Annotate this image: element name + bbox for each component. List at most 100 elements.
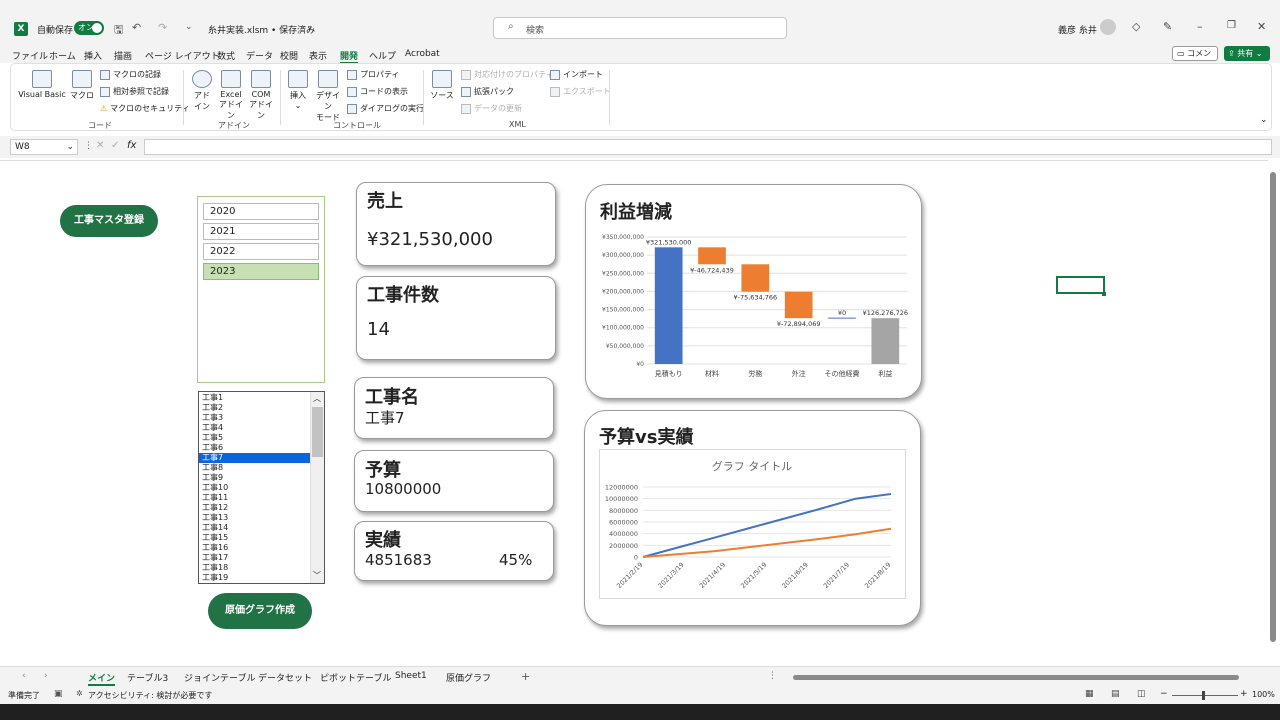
year-item[interactable]: 2020 [203, 203, 319, 220]
function-icon[interactable]: fx [127, 140, 136, 151]
list-item[interactable]: 工事3 [199, 413, 310, 423]
avatar[interactable] [1100, 19, 1116, 35]
addin-button[interactable]: アド イン [191, 70, 213, 112]
page-break-view-icon[interactable]: ◫ [1137, 689, 1146, 699]
formula-input[interactable] [144, 139, 1272, 155]
xml-source-button[interactable]: ソース [430, 70, 454, 101]
scroll-down-icon[interactable]: ﹀ [313, 570, 321, 581]
listbox-scrollbar[interactable]: ︿ ﹀ [310, 392, 324, 583]
close-icon[interactable]: ✕ [1257, 20, 1266, 33]
list-item[interactable]: 工事2 [199, 403, 310, 413]
fill-handle[interactable] [1102, 292, 1106, 296]
accessibility-status[interactable]: アクセシビリティ: 検討が必要です [88, 690, 212, 701]
menu-formulas[interactable]: 数式 [217, 49, 235, 62]
list-item[interactable]: 工事19 [199, 573, 310, 583]
sheet-tab-pivot[interactable]: ピボットテーブル [320, 671, 391, 684]
sheet-tab-dataset[interactable]: データセット [258, 671, 312, 684]
ribbon-collapse-icon[interactable]: ⌄ [1260, 115, 1268, 125]
save-icon[interactable]: 🖫 [114, 21, 123, 40]
next-sheet-icon[interactable]: › [44, 671, 48, 681]
master-register-button[interactable]: 工事マスタ登録 [60, 205, 158, 237]
list-item[interactable]: 工事9 [199, 473, 310, 483]
list-item[interactable]: 工事15 [199, 533, 310, 543]
list-item[interactable]: 工事14 [199, 523, 310, 533]
list-item[interactable]: 工事5 [199, 433, 310, 443]
sheet-tab-main[interactable]: メイン [88, 671, 116, 686]
diamond-icon[interactable]: ◇ [1132, 20, 1140, 33]
macro-security-button[interactable]: ⚠ マクロのセキュリティ [100, 103, 190, 114]
waterfall-chart[interactable]: ¥0 ¥50,000,000 ¥100,000,000 ¥150,000,000 ¥20… [585, 225, 915, 390]
macro-button[interactable]: マクロ [70, 70, 94, 101]
insert-control-button[interactable]: 挿入 ⌄ [287, 70, 309, 110]
menu-draw[interactable]: 描画 [114, 49, 132, 62]
more-icon[interactable]: ⋮ [84, 141, 93, 151]
file-name[interactable]: 糸井実装.xlsm • 保存済み [208, 23, 315, 36]
properties-button[interactable]: プロパティ [347, 69, 400, 80]
zoom-slider-thumb[interactable] [1202, 691, 1205, 700]
undo-icon[interactable]: ↶ [132, 21, 141, 34]
sheet-tab-table3[interactable]: テーブル3 [127, 671, 168, 684]
list-item[interactable]: 工事11 [199, 493, 310, 503]
zoom-slider[interactable] [1172, 695, 1238, 696]
sheet-tab-cost-graph[interactable]: 原価グラフ [446, 671, 491, 684]
menu-file[interactable]: ファイル [12, 49, 48, 62]
refresh-data-button[interactable]: データの更新 [461, 103, 522, 114]
list-item[interactable]: 工事8 [199, 463, 310, 473]
menu-data[interactable]: データ [246, 49, 273, 62]
scroll-thumb[interactable] [312, 407, 323, 457]
menu-insert[interactable]: 挿入 [84, 49, 102, 62]
record-macro-button[interactable]: マクロの記録 [100, 69, 161, 80]
list-item[interactable]: 工事7 [199, 453, 310, 463]
zoom-level[interactable]: 100% [1252, 690, 1275, 699]
search-box[interactable]: ⌕ 検索 [493, 17, 787, 39]
zoom-out-icon[interactable]: − [1160, 689, 1168, 699]
restore-icon[interactable]: ❐ [1227, 20, 1236, 31]
run-dialog-button[interactable]: ダイアログの実行 [347, 103, 424, 114]
sheet-tab-join-table[interactable]: ジョインテーブル [184, 671, 255, 684]
cost-graph-button[interactable]: 原価グラフ作成 [208, 593, 312, 629]
sheet-tab-sheet1[interactable]: Sheet1 [395, 671, 427, 681]
list-item[interactable]: 工事13 [199, 513, 310, 523]
autosave-toggle[interactable]: オン [74, 21, 104, 35]
map-properties-button[interactable]: 対応付けのプロパティ [461, 69, 554, 80]
minimize-icon[interactable]: – [1197, 20, 1203, 33]
share-button[interactable]: ⇪ 共有 ⌄ [1224, 46, 1270, 61]
list-item[interactable]: 工事17 [199, 553, 310, 563]
menu-review[interactable]: 校閲 [280, 49, 298, 62]
year-item-selected[interactable]: 2023 [203, 263, 319, 280]
accessibility-icon[interactable]: ✲ [76, 689, 83, 698]
view-code-button[interactable]: コードの表示 [347, 86, 408, 97]
design-mode-button[interactable]: デザイン モード [313, 70, 343, 123]
list-item[interactable]: 工事4 [199, 423, 310, 433]
menu-view[interactable]: 表示 [309, 49, 327, 62]
import-button[interactable]: インポート [550, 69, 603, 80]
menu-developer[interactable]: 開発 [340, 49, 359, 64]
check-icon[interactable]: ✓ [111, 140, 119, 151]
redo-icon[interactable]: ↷ [158, 21, 167, 34]
prev-sheet-icon[interactable]: ‹ [22, 671, 26, 681]
scroll-up-icon[interactable]: ︿ [313, 393, 321, 404]
chevron-down-icon[interactable]: ⌄ [306, 22, 314, 32]
macro-record-icon[interactable]: ▣ [54, 689, 63, 699]
comment-button[interactable]: ▭ コメント [1172, 46, 1218, 71]
menu-home[interactable]: ホーム [49, 49, 76, 62]
pen-icon[interactable]: ✎ [1163, 20, 1172, 33]
page-layout-view-icon[interactable]: ▤ [1111, 689, 1120, 699]
menu-acrobat[interactable]: Acrobat [405, 49, 440, 59]
vertical-scrollbar[interactable] [1270, 172, 1276, 642]
visual-basic-button[interactable]: Visual Basic [18, 70, 66, 99]
export-button[interactable]: エクスポート [550, 86, 611, 97]
quick-access-customize-icon[interactable]: ⌄ [185, 22, 193, 32]
horizontal-scrollbar[interactable] [793, 675, 1239, 680]
name-box[interactable]: W8 ⌄ [10, 139, 78, 155]
list-item[interactable]: 工事10 [199, 483, 310, 493]
relative-ref-button[interactable]: 相対参照で記録 [100, 86, 169, 97]
expansion-pack-button[interactable]: 拡張パック [461, 86, 514, 97]
cancel-icon[interactable]: ✕ [96, 140, 104, 151]
project-listbox[interactable]: 工事1 工事2 工事3 工事4 工事5 工事6 工事7 工事8 工事9 工事10 工事11 工事12 工… [198, 391, 325, 584]
selected-cell[interactable] [1056, 276, 1105, 294]
zoom-in-icon[interactable]: + [1240, 689, 1248, 699]
com-addin-button[interactable]: COM アドイン [247, 70, 275, 121]
list-item[interactable]: 工事16 [199, 543, 310, 553]
year-item[interactable]: 2021 [203, 223, 319, 240]
